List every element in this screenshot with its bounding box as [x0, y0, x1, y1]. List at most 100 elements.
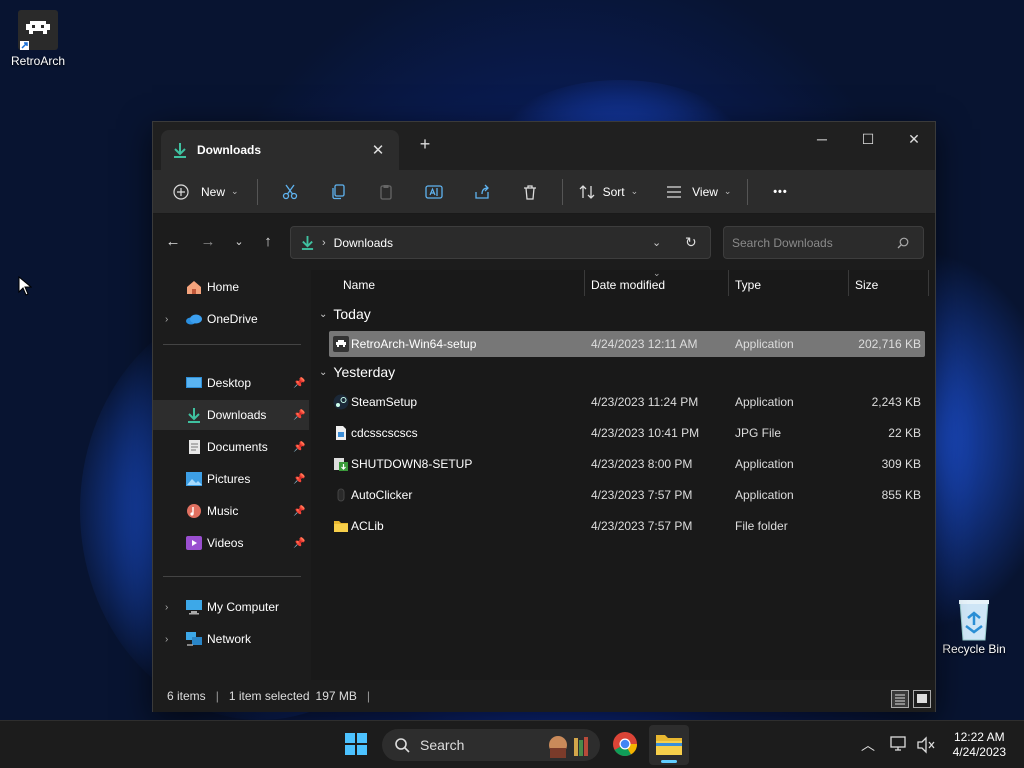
sidebar-item-label: Music — [207, 504, 239, 518]
file-name: ACLib — [351, 519, 384, 533]
share-button[interactable] — [458, 178, 506, 206]
show-hidden-icons-chevron-icon[interactable]: ︿ — [861, 735, 875, 755]
expand-chevron-icon[interactable]: › — [165, 314, 168, 325]
breadcrumb[interactable]: Downloads — [334, 236, 393, 250]
chrome-icon[interactable] — [611, 730, 639, 758]
close-button[interactable]: ✕ — [891, 126, 937, 152]
divider — [163, 344, 301, 345]
tiles-view-button[interactable] — [913, 690, 931, 708]
selection-size: 197 MB — [315, 689, 357, 703]
group-header-yesterday[interactable]: ⌄ Yesterday — [319, 364, 395, 380]
maximize-button[interactable]: ☐ — [845, 126, 891, 152]
column-header-name[interactable]: Name — [343, 270, 375, 300]
more-options-button[interactable]: ••• — [756, 178, 804, 206]
expand-chevron-icon[interactable]: › — [165, 634, 168, 645]
recent-locations-chevron-icon[interactable]: ⌄ — [227, 232, 251, 252]
system-clock[interactable]: 12:22 AM 4/24/2023 — [953, 730, 1006, 760]
copy-button[interactable] — [314, 178, 362, 206]
desktop-icon-retroarch[interactable]: RetroArch — [2, 10, 74, 68]
sidebar-item-onedrive[interactable]: › OneDrive — [153, 304, 309, 334]
cut-button[interactable] — [266, 178, 314, 206]
new-tab-button[interactable]: + — [415, 134, 435, 155]
table-row[interactable]: cdcsscscscs 4/23/2023 10:41 PM JPG File … — [329, 420, 925, 446]
tab-close-button[interactable]: ✕ — [369, 141, 387, 159]
start-windows-icon[interactable] — [342, 730, 370, 758]
rename-button[interactable] — [410, 178, 458, 206]
volume-muted-icon[interactable] — [916, 736, 936, 754]
divider — [747, 178, 749, 205]
file-explorer-taskbar-button[interactable] — [649, 725, 689, 765]
taskbar-search[interactable]: Search — [382, 729, 600, 761]
collapse-chevron-icon: ⌄ — [319, 308, 328, 320]
table-row[interactable]: RetroArch-Win64-setup 4/24/2023 12:11 AM… — [329, 331, 925, 357]
collapse-chevron-icon: ⌄ — [319, 366, 328, 378]
pin-icon[interactable]: 📌 — [293, 474, 305, 485]
pin-icon[interactable]: 📌 — [293, 538, 305, 549]
sidebar-item-videos[interactable]: Videos 📌 — [153, 528, 309, 558]
table-row[interactable]: SteamSetup 4/23/2023 11:24 PM Applicatio… — [329, 389, 925, 415]
divider — [848, 270, 849, 296]
tab-downloads[interactable]: Downloads ✕ — [161, 130, 399, 170]
sidebar-item-documents[interactable]: Documents 📌 — [153, 432, 309, 462]
sidebar-item-label: OneDrive — [207, 312, 258, 326]
sidebar-item-music[interactable]: Music 📌 — [153, 496, 309, 526]
chevron-down-icon: ⌄ — [630, 186, 639, 196]
sidebar-item-pictures[interactable]: Pictures 📌 — [153, 464, 309, 494]
expand-chevron-icon[interactable]: › — [165, 602, 168, 613]
search-icon — [897, 237, 909, 248]
image-file-icon — [336, 426, 346, 440]
column-header-size[interactable]: Size — [855, 270, 878, 300]
view-list-icon — [667, 185, 682, 198]
address-history-chevron-icon[interactable]: ⌄ — [652, 236, 661, 249]
new-button[interactable]: New ⌄ — [173, 183, 239, 200]
search-highlight-icon — [549, 736, 588, 758]
network-status-icon[interactable] — [890, 736, 910, 754]
new-label: New — [201, 184, 226, 199]
forward-arrow-icon[interactable]: → — [196, 232, 220, 252]
tiles-view-icon — [917, 694, 927, 703]
file-type: Application — [735, 457, 794, 471]
refresh-icon[interactable]: ↻ — [685, 234, 697, 251]
pin-icon[interactable]: 📌 — [293, 442, 305, 453]
back-arrow-icon[interactable]: ← — [161, 232, 185, 252]
divider — [256, 178, 258, 205]
clock-time: 12:22 AM — [953, 730, 1005, 744]
paste-button[interactable] — [362, 178, 410, 206]
pin-icon[interactable]: 📌 — [293, 506, 305, 517]
desktop-folder-icon — [186, 377, 202, 388]
file-size: 855 KB — [881, 488, 921, 502]
cloud-icon — [186, 314, 202, 325]
table-row[interactable]: SHUTDOWN8-SETUP 4/23/2023 8:00 PM Applic… — [329, 451, 925, 477]
group-header-today[interactable]: ⌄ Today — [319, 306, 371, 322]
search-input[interactable]: Search Downloads — [723, 226, 924, 259]
file-date: 4/23/2023 7:57 PM — [591, 519, 693, 533]
up-arrow-icon[interactable]: ↑ — [256, 232, 280, 252]
table-row[interactable]: ACLib 4/23/2023 7:57 PM File folder — [329, 513, 925, 539]
view-button[interactable]: View ⌄ — [666, 185, 731, 199]
pin-icon[interactable]: 📌 — [293, 378, 305, 389]
group-label: Yesterday — [333, 364, 396, 380]
file-type: Application — [735, 337, 794, 351]
divider: | — [215, 689, 219, 703]
desktop-icon-recycle-bin[interactable]: Recycle Bin — [938, 598, 1010, 656]
delete-button[interactable] — [506, 178, 554, 206]
search-placeholder: Search Downloads — [732, 235, 833, 250]
table-row[interactable]: AutoClicker 4/23/2023 7:57 PM Applicatio… — [329, 482, 925, 508]
chevron-down-icon: ⌄ — [231, 186, 239, 196]
pictures-icon — [186, 472, 202, 486]
sidebar-item-network[interactable]: › Network — [153, 624, 309, 654]
sidebar-item-desktop[interactable]: Desktop 📌 — [153, 368, 309, 398]
status-bar: 6 items | 1 item selected 197 MB | — [153, 680, 935, 712]
desktop-icon-label: Recycle Bin — [942, 642, 1006, 656]
column-header-type[interactable]: Type — [735, 270, 761, 300]
sidebar-item-home[interactable]: Home — [153, 272, 309, 302]
folder-icon — [656, 735, 682, 755]
sidebar-item-my-computer[interactable]: › My Computer — [153, 592, 309, 622]
details-view-button[interactable] — [891, 690, 909, 708]
pin-icon[interactable]: 📌 — [293, 410, 305, 421]
address-bar[interactable]: › Downloads ⌄ ↻ — [290, 226, 711, 259]
sidebar-item-downloads[interactable]: Downloads 📌 — [153, 400, 309, 430]
minimize-button[interactable]: ─ — [799, 126, 845, 152]
sort-button[interactable]: Sort ⌄ — [579, 184, 639, 200]
file-date: 4/23/2023 11:24 PM — [591, 395, 699, 409]
